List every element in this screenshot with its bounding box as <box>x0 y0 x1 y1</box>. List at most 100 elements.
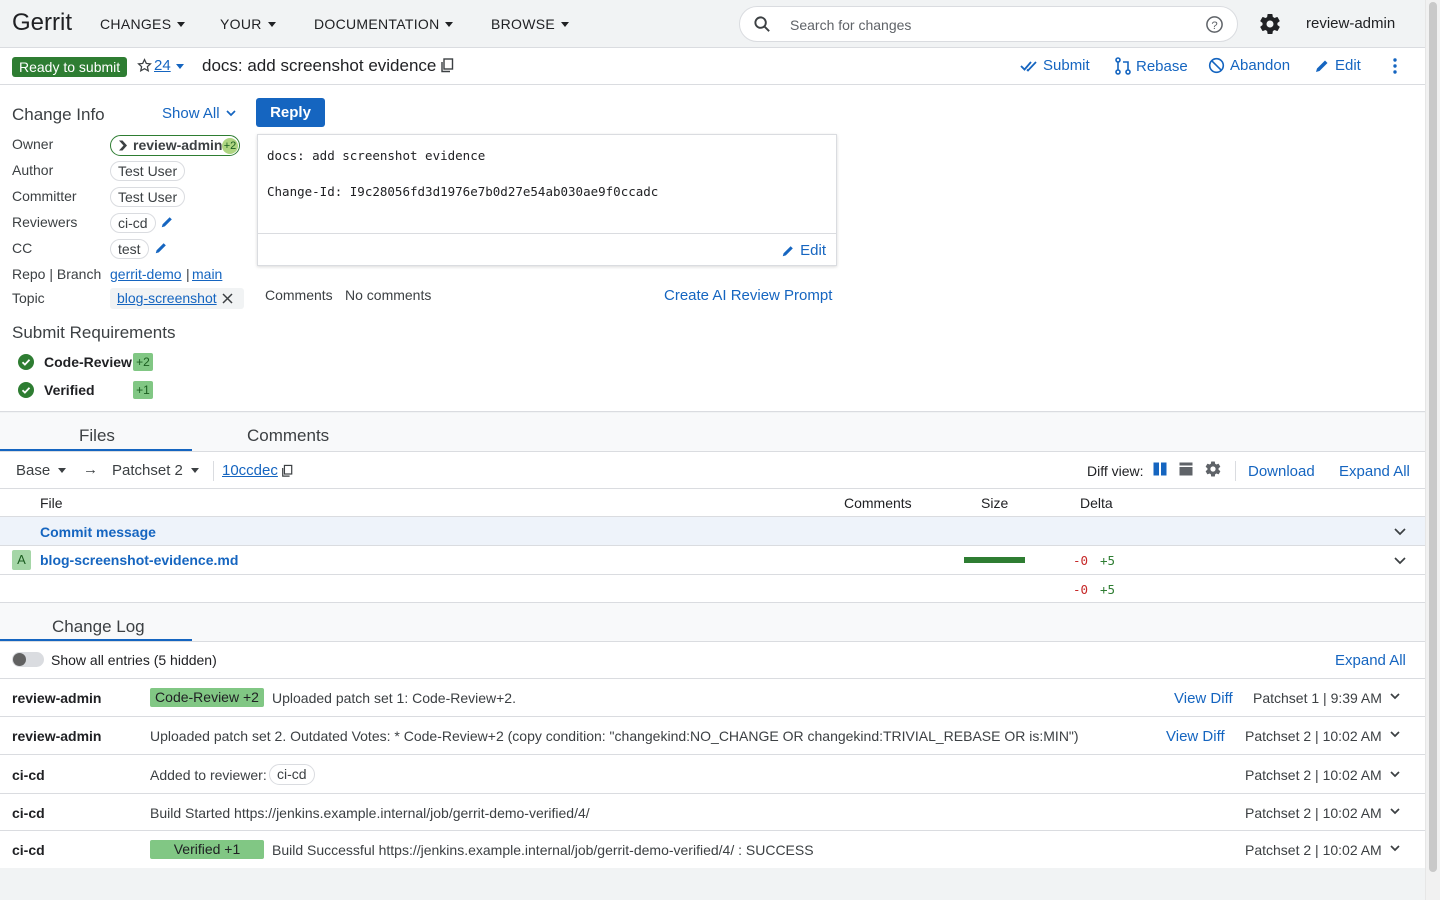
user-menu[interactable]: review-admin <box>1306 15 1395 32</box>
log-entry[interactable]: review-admin Code-Review +2 Uploaded pat… <box>0 678 1425 716</box>
repo-link[interactable]: gerrit-demo <box>110 266 182 282</box>
side-by-side-view-icon[interactable] <box>1153 462 1167 476</box>
vote-badge: Verified +1 <box>150 840 264 859</box>
help-icon[interactable]: ? <box>1205 15 1224 34</box>
submit-label: Submit <box>1043 57 1090 74</box>
committer-chip[interactable]: Test User <box>110 187 186 207</box>
expand-all-files-link[interactable]: Expand All <box>1339 463 1410 480</box>
chevron-down-icon[interactable] <box>1390 845 1400 852</box>
total-lines-deleted: -0 <box>1073 582 1089 597</box>
more-actions-icon[interactable] <box>1387 57 1403 75</box>
log-entry[interactable]: ci-cd Added to reviewer: ci-cd Patchset … <box>0 754 1425 793</box>
reply-button[interactable]: Reply <box>256 98 325 127</box>
active-tab-indicator <box>0 449 192 451</box>
caret-down-icon[interactable] <box>176 64 184 69</box>
log-entry[interactable]: review-admin Uploaded patch set 2. Outda… <box>0 716 1425 754</box>
create-ai-review-prompt-link[interactable]: Create AI Review Prompt <box>664 287 832 304</box>
top-header: Gerrit CHANGES YOUR DOCUMENTATION BROWSE… <box>0 0 1425 48</box>
submit-requirements-title: Submit Requirements <box>12 323 176 342</box>
repo-branch-label: Repo | Branch <box>12 266 102 282</box>
abandon-button[interactable]: Abandon <box>1208 57 1290 74</box>
commit-message-box: docs: add screenshot evidence Change-Id:… <box>257 134 837 266</box>
nav-your-menu[interactable]: YOUR <box>220 16 276 32</box>
chevron-down-icon[interactable] <box>1390 808 1400 815</box>
log-patchset-time: Patchset 2 | 10:02 AM <box>1245 842 1382 858</box>
author-label: Author <box>12 162 54 178</box>
log-patchset-time: Patchset 2 | 10:02 AM <box>1245 767 1382 783</box>
gerrit-logo[interactable]: Gerrit <box>12 9 72 37</box>
tab-files[interactable]: Files <box>79 426 115 446</box>
page-scrollbar[interactable] <box>1425 0 1440 900</box>
expand-all-log-link[interactable]: Expand All <box>1335 652 1406 669</box>
author-chip[interactable]: Test User <box>110 161 186 181</box>
chevron-down-icon <box>225 110 236 117</box>
requirement-verified[interactable]: Verified +1 <box>18 381 153 399</box>
search-input[interactable] <box>790 15 1190 35</box>
search-icon[interactable] <box>753 15 772 34</box>
tab-comments[interactable]: Comments <box>247 426 329 446</box>
file-row[interactable]: A blog-screenshot-evidence.md -0 +5 <box>0 546 1425 575</box>
copy-icon[interactable] <box>281 464 293 478</box>
nav-changes-menu[interactable]: CHANGES <box>100 16 186 32</box>
chevron-down-icon[interactable] <box>1394 528 1406 536</box>
log-entry[interactable]: ci-cd Build Started https://jenkins.exam… <box>0 793 1425 831</box>
copy-icon[interactable] <box>440 58 454 73</box>
star-icon[interactable] <box>137 58 152 73</box>
topic-link[interactable]: blog-screenshot <box>117 290 217 306</box>
change-header: Ready to submit 24 docs: add screenshot … <box>0 48 1425 85</box>
commit-message-link[interactable]: Commit message <box>40 524 156 540</box>
scrollbar-thumb[interactable] <box>1429 2 1437 872</box>
edit-commit-message-button[interactable]: Edit <box>781 242 826 259</box>
log-patchset-time: Patchset 1 | 9:39 AM <box>1253 690 1382 706</box>
requirement-code-review[interactable]: Code-Review +2 <box>18 353 153 371</box>
remove-topic-close-icon[interactable] <box>222 293 233 304</box>
branch-link[interactable]: main <box>192 266 222 282</box>
rebase-icon <box>1115 57 1131 75</box>
files-section: Files Comments Base → Patchset 2 10ccdec… <box>0 413 1425 603</box>
download-link[interactable]: Download <box>1248 463 1315 480</box>
chevron-down-icon[interactable] <box>1390 731 1400 738</box>
submit-button[interactable]: Submit <box>1020 57 1090 74</box>
requirement-vote-badge: +1 <box>133 381 153 399</box>
chevron-down-icon[interactable] <box>1390 771 1400 778</box>
log-author: ci-cd <box>12 842 45 858</box>
reviewer-chip[interactable]: ci-cd <box>269 764 315 785</box>
owner-name: review-admin <box>133 137 223 153</box>
chevron-down-icon[interactable] <box>1394 557 1406 565</box>
unified-view-icon[interactable] <box>1179 462 1193 476</box>
owner-chip[interactable]: review-admin +2 <box>110 135 240 156</box>
diff-settings-gear-icon[interactable] <box>1204 460 1222 478</box>
file-toolbar: Base → Patchset 2 10ccdec Diff view: Dow… <box>0 452 1425 489</box>
show-all-button[interactable]: Show All <box>162 105 236 122</box>
file-name-link[interactable]: blog-screenshot-evidence.md <box>40 552 238 568</box>
log-message: Build Successful https://jenkins.example… <box>272 842 814 858</box>
log-author: review-admin <box>12 690 102 706</box>
size-bar <box>964 557 1025 563</box>
arrow-right-icon: → <box>83 461 98 478</box>
vote-badge: Code-Review +2 <box>150 688 264 707</box>
show-all-entries-toggle[interactable] <box>12 652 44 667</box>
change-info-panel: Change Info Show All Owner Author Commit… <box>0 85 1425 412</box>
commit-hash-link[interactable]: 10ccdec <box>222 462 278 479</box>
edit-cc-pencil-icon[interactable] <box>154 241 168 255</box>
patchset-count-link[interactable]: 24 <box>154 57 171 74</box>
nav-documentation-menu[interactable]: DOCUMENTATION <box>314 16 454 32</box>
pencil-icon <box>1316 60 1328 72</box>
rebase-button[interactable]: Rebase <box>1115 57 1188 75</box>
svg-text:?: ? <box>1211 20 1217 32</box>
view-diff-link[interactable]: View Diff <box>1174 690 1233 707</box>
reviewer-chip[interactable]: ci-cd <box>110 213 156 233</box>
edit-button[interactable]: Edit <box>1314 57 1361 74</box>
log-entry[interactable]: ci-cd Verified +1 Build Successful https… <box>0 830 1425 868</box>
cc-chip[interactable]: test <box>110 239 149 259</box>
patchset-dropdown[interactable]: Patchset 2 <box>112 462 199 479</box>
chevron-down-icon[interactable] <box>1390 693 1400 700</box>
settings-gear-icon[interactable] <box>1258 12 1282 36</box>
nav-browse-menu[interactable]: BROWSE <box>491 16 570 32</box>
base-dropdown[interactable]: Base <box>16 462 67 479</box>
view-diff-link[interactable]: View Diff <box>1166 728 1225 745</box>
edit-reviewers-pencil-icon[interactable] <box>160 215 174 229</box>
nav-label: YOUR <box>220 16 262 32</box>
change-log-section: Change Log Show all entries (5 hidden) E… <box>0 603 1425 868</box>
commit-message-row[interactable]: Commit message <box>0 517 1425 546</box>
